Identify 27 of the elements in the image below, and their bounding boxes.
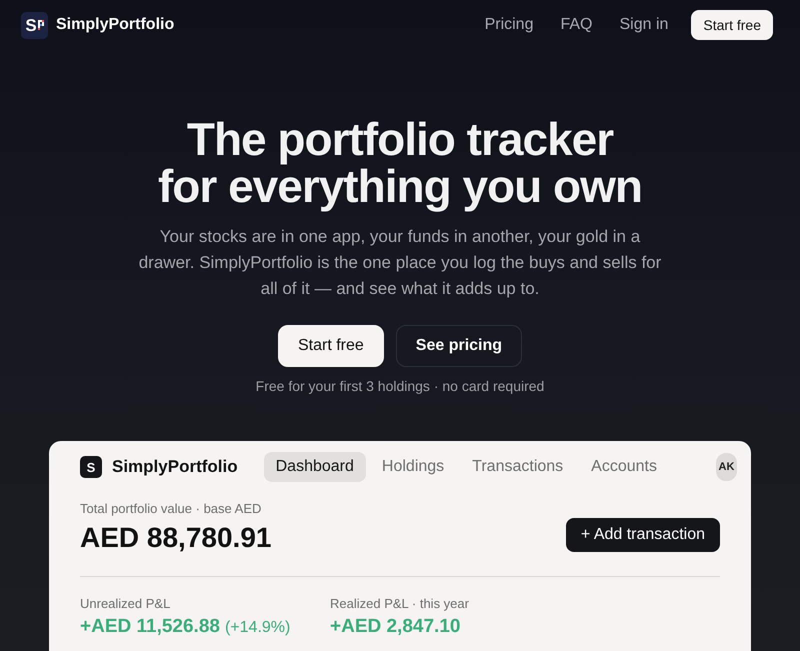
total-label: Total portfolio value · base AED (80, 501, 262, 517)
start-free-button[interactable]: Start free (691, 10, 773, 40)
user-avatar[interactable]: AK (716, 453, 737, 481)
hero-headline: The portfolio tracker for everything you own (158, 116, 642, 210)
brand-name: SimplyPortfolio (56, 16, 174, 34)
secondary-button[interactable]: See pricing (396, 325, 522, 367)
hero-note: Free for your first 3 holdings · no card required (256, 377, 544, 396)
app-name: SimplyPortfolio (112, 457, 238, 477)
stat-label: Unrealized P&L (80, 596, 172, 612)
nav-tab[interactable]: Transactions (460, 452, 576, 482)
hero-subtitle: Your stocks are in one app, your funds in another, your gold in a drawer. SimplyPortfolio is the one place you log the buys and sells for all of it — and see what it adds up to. (138, 226, 662, 300)
primary-button[interactable]: Start free (278, 325, 384, 367)
total-value: AED 88,780.91 (80, 522, 272, 554)
stat-change: (+14.9%) (224, 618, 290, 638)
add-transaction-button[interactable]: + Add transaction (566, 518, 720, 552)
nav-tab[interactable]: Accounts (579, 452, 669, 482)
logo-letter: S (25, 16, 37, 34)
nav-tab[interactable]: Holdings (370, 452, 456, 482)
nav-link[interactable]: Sign in (619, 16, 668, 34)
stat-value: +AED 2,847.10 (330, 615, 460, 639)
stat-label: Realized P&L · this year (330, 596, 470, 612)
pixel-grid-icon (38, 20, 44, 30)
stat-value: +AED 11,526.88 (80, 615, 220, 639)
app-logo-letter: S (86, 460, 96, 474)
nav-link[interactable]: FAQ (560, 16, 592, 34)
nav-link[interactable]: Pricing (484, 16, 534, 34)
nav-tab[interactable]: Dashboard (264, 452, 366, 482)
